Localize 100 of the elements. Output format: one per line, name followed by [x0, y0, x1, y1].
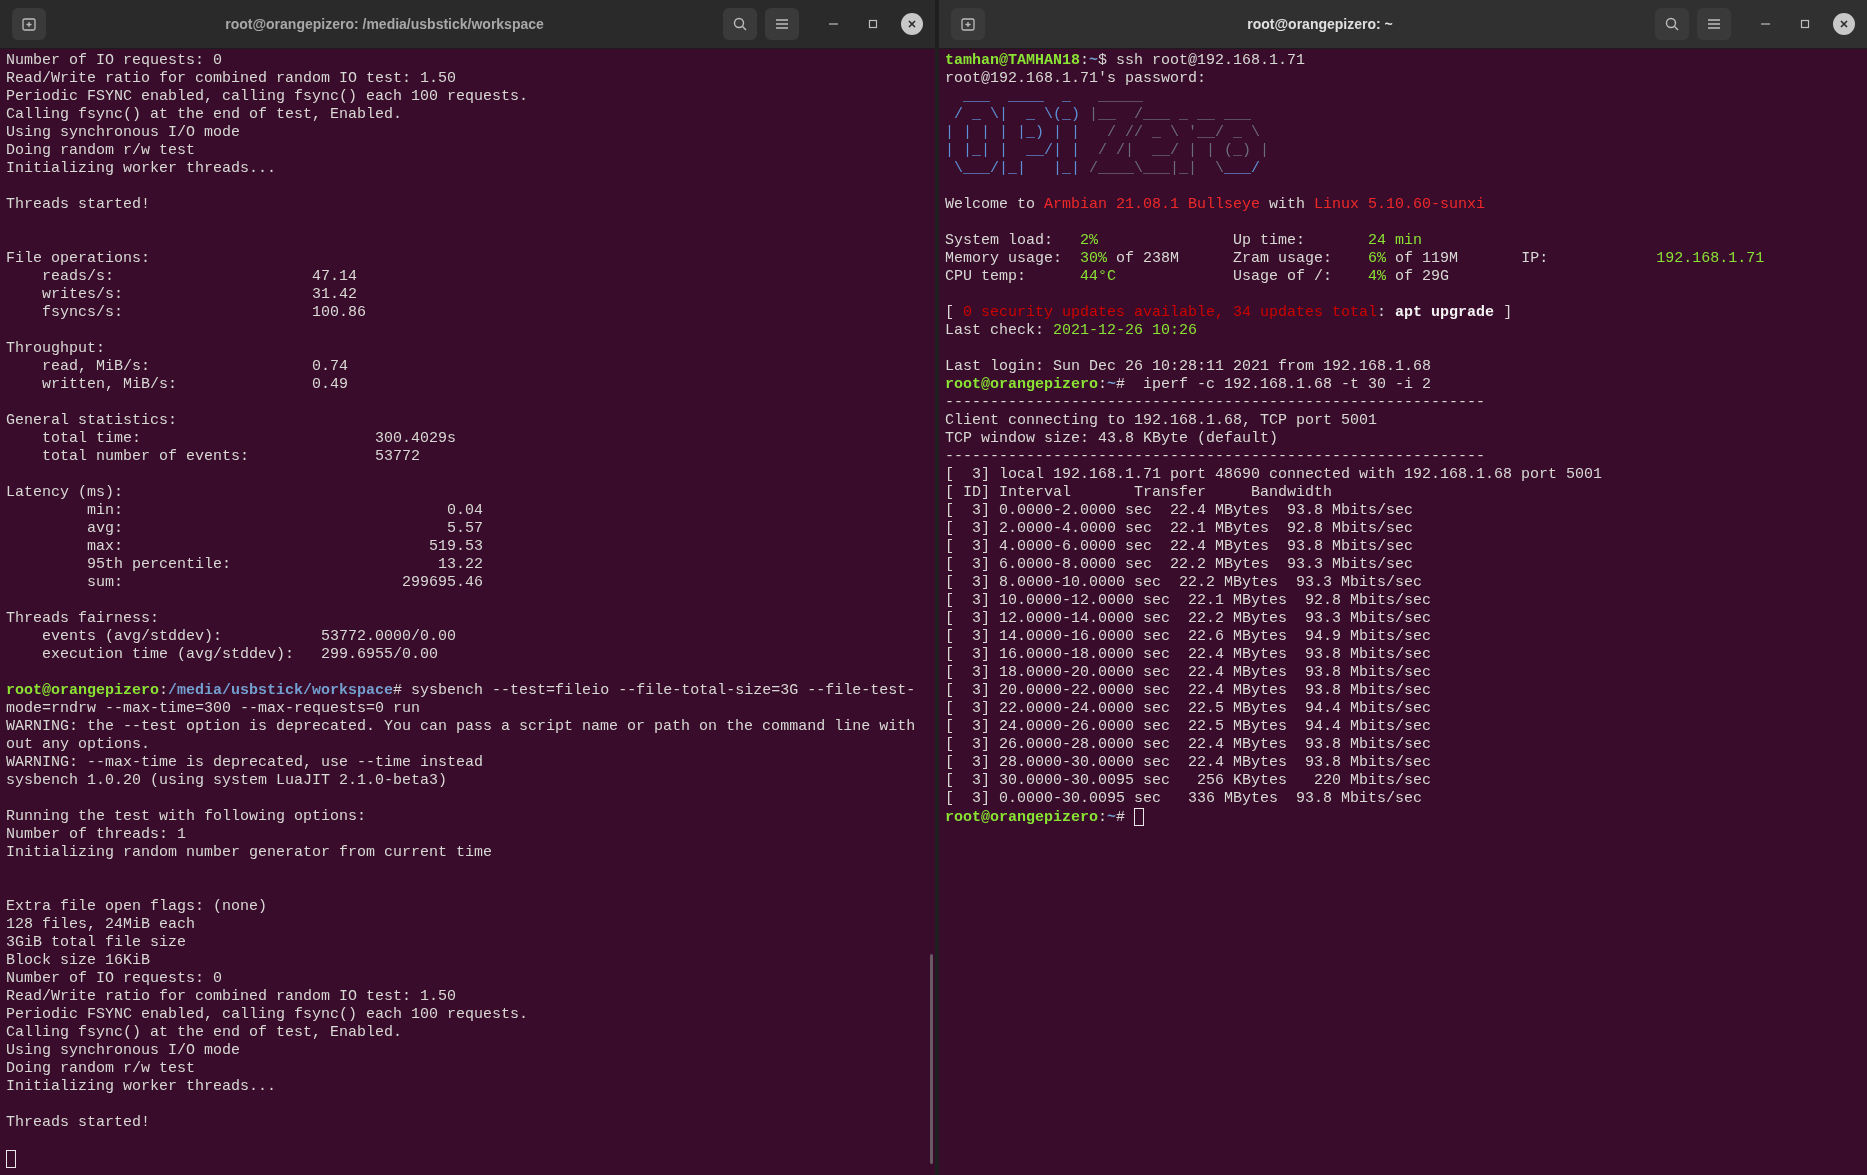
terminal-line: WARNING: --max-time is deprecated, use --time instead — [6, 754, 484, 771]
scrollbar[interactable] — [930, 954, 933, 1164]
terminal-line: root@orangepizero:/media/usbstick/workspace# sysbench --test=fileio --file-total-size=3G --file-test- — [6, 682, 916, 699]
terminal-line: Threads fairness: — [6, 610, 160, 627]
text-cursor — [1134, 808, 1145, 826]
terminal-line: Read/Write ratio for combined random IO test: 1.50 — [6, 988, 457, 1005]
terminal-line: Memory usage: 30% of 238M Zram usage: 6% of 119M IP: 192.168.1.71 — [945, 250, 1765, 267]
terminal-line: Latency (ms): — [6, 484, 124, 501]
terminal-line: [ 3] 0.0000-30.0095 sec 336 MBytes 93.8 Mbits/sec — [945, 790, 1423, 807]
terminal-line: Throughput: — [6, 340, 106, 357]
search-button[interactable] — [1655, 8, 1689, 40]
terminal-line: Periodic FSYNC enabled, calling fsync() each 100 requests. — [6, 1006, 529, 1023]
terminal-line: [ 3] 30.0000-30.0095 sec 256 KBytes 220 Mbits/sec — [945, 772, 1432, 789]
terminal-line: Doing random r/w test — [6, 142, 196, 159]
terminal-line: [ 3] 10.0000-12.0000 sec 22.1 MBytes 92.8 Mbits/sec — [945, 592, 1432, 609]
terminal-line: ___ ____ _ _____ — [962, 88, 1144, 105]
menu-button[interactable] — [765, 8, 799, 40]
search-icon — [1664, 16, 1680, 32]
terminal-line: [ 3] 6.0000-8.0000 sec 22.2 MBytes 93.3 Mbits/sec — [945, 556, 1414, 573]
terminal-line: Last login: Sun Dec 26 10:28:11 2021 from 192.168.1.68 — [945, 358, 1432, 375]
terminal-line: [ 3] 4.0000-6.0000 sec 22.4 MBytes 93.8 Mbits/sec — [945, 538, 1414, 555]
new-tab-icon — [960, 16, 976, 32]
terminal-line: root@orangepizero:~# iperf -c 192.168.1.68 -t 30 -i 2 — [945, 376, 1432, 393]
terminal-line: | | | | |_) | | / // _ \ '__/ _ \ — [945, 124, 1261, 141]
terminal-line: writes/s: 31.42 — [41, 286, 358, 303]
terminal-line: Using synchronous I/O mode — [6, 1042, 241, 1059]
terminal-line: [ 3] 16.0000-18.0000 sec 22.4 MBytes 93.8 Mbits/sec — [945, 646, 1432, 663]
terminal-line: [ 3] 28.0000-30.0000 sec 22.4 MBytes 93.8 Mbits/sec — [945, 754, 1432, 771]
close-button[interactable] — [1833, 13, 1855, 35]
close-icon — [907, 19, 917, 29]
terminal-line: written, MiB/s: 0.49 — [41, 376, 349, 393]
terminal-line: Periodic FSYNC enabled, calling fsync() each 100 requests. — [6, 88, 529, 105]
terminal-line: Extra file open flags: (none) — [6, 898, 268, 915]
terminal-line: Initializing worker threads... — [6, 160, 277, 177]
terminal-line: | |_| | __/| | / /| __/ | | (_) | — [945, 142, 1270, 159]
terminal-line: 3GiB total file size — [6, 934, 187, 951]
terminal-line: Client connecting to 192.168.1.68, TCP port 5001 — [945, 412, 1378, 429]
terminal-line: 95th percentile: 13.22 — [86, 556, 484, 573]
maximize-icon — [868, 19, 878, 29]
minimize-icon — [1760, 23, 1770, 25]
terminal-line: [ 3] 20.0000-22.0000 sec 22.4 MBytes 93.8 Mbits/sec — [945, 682, 1432, 699]
menu-icon — [775, 18, 789, 30]
terminal-line: TCP window size: 43.8 KByte (default) — [945, 430, 1279, 447]
terminal-line: total time: 300.4029s — [41, 430, 457, 447]
terminal-line: avg: 5.57 — [86, 520, 484, 537]
terminal-line: CPU temp: 44°C Usage of /: 4% of 29G — [945, 268, 1450, 285]
terminal-line: root@orangepizero:~# — [945, 808, 1127, 826]
maximize-icon — [1800, 19, 1810, 29]
terminal-line: [ 3] 8.0000-10.0000 sec 22.2 MBytes 93.3 Mbits/sec — [945, 574, 1423, 591]
terminal-line: Threads started! — [6, 1114, 151, 1131]
terminal-line: [ 3] 22.0000-24.0000 sec 22.5 MBytes 94.4 Mbits/sec — [945, 700, 1432, 717]
menu-button[interactable] — [1697, 8, 1731, 40]
terminal-line: ------------------------------------------------------------ — [945, 394, 1486, 411]
minimize-icon — [828, 23, 838, 25]
terminal-line: System load: 2% Up time: 24 min — [945, 232, 1423, 249]
terminal-line: [ 3] 26.0000-28.0000 sec 22.4 MBytes 93.8 Mbits/sec — [945, 736, 1432, 753]
terminal-line: WARNING: the --test option is deprecated. You can pass a script name or path on the command line with — [6, 718, 916, 735]
terminal-line: sysbench 1.0.20 (using system LuaJIT 2.1.0-beta3) — [6, 772, 448, 789]
terminal-line: Using synchronous I/O mode — [6, 124, 241, 141]
terminal-line: File operations: — [6, 250, 151, 267]
terminal-line: sum: 299695.46 — [86, 574, 484, 591]
terminal-line: root@192.168.1.71's password: — [945, 70, 1207, 87]
menu-icon — [1707, 18, 1721, 30]
search-button[interactable] — [723, 8, 757, 40]
terminal-line: / _ \| _ \(_) |__ /___ _ __ ___ — [953, 106, 1252, 123]
close-icon — [1839, 19, 1849, 29]
new-tab-icon — [21, 16, 37, 32]
close-button[interactable] — [901, 13, 923, 35]
terminal-line: General statistics: — [6, 412, 178, 429]
terminal-line: tamhan@TAMHAN18:~$ ssh root@192.168.1.71 — [945, 52, 1306, 69]
search-icon — [732, 16, 748, 32]
terminal-line: Threads started! — [6, 196, 151, 213]
window-title: root@orangepizero: /media/usbstick/workspace — [224, 14, 545, 34]
terminal-line: Initializing worker threads... — [6, 1078, 277, 1095]
terminal-line: Last check: 2021-12-26 10:26 — [945, 322, 1198, 339]
terminal-line: [ 3] local 192.168.1.71 port 48690 connected with 192.168.1.68 port 5001 — [945, 466, 1603, 483]
terminal-line: [ 3] 2.0000-4.0000 sec 22.1 MBytes 92.8 Mbits/sec — [945, 520, 1414, 537]
terminal-line: Calling fsync() at the end of test, Enabled. — [6, 1024, 403, 1041]
new-tab-button[interactable] — [12, 8, 46, 40]
terminal-line: out any options. — [6, 736, 151, 753]
terminal-line: [ 3] 0.0000-2.0000 sec 22.4 MBytes 93.8 Mbits/sec — [945, 502, 1414, 519]
terminal-line: [ 3] 18.0000-20.0000 sec 22.4 MBytes 93.8 Mbits/sec — [945, 664, 1432, 681]
terminal-line: Number of IO requests: 0 — [6, 970, 223, 987]
terminal-line: max: 519.53 — [86, 538, 484, 555]
text-cursor — [6, 1150, 16, 1168]
terminal-line: total number of events: 53772 — [41, 448, 421, 465]
terminal-line: [ 0 security updates available, 34 updates total: apt upgrade ] — [945, 304, 1513, 321]
terminal-line: Running the test with following options: — [6, 808, 367, 825]
terminal-line: \___/|_| |_| /____\___|_| \___/ — [953, 160, 1261, 177]
terminal-line: execution time (avg/stddev): 299.6955/0.00 — [41, 646, 439, 663]
terminal-line: fsyncs/s: 100.86 — [41, 304, 367, 321]
terminal-line: [ 3] 12.0000-14.0000 sec 22.2 MBytes 93.3 Mbits/sec — [945, 610, 1432, 627]
terminal-line: ------------------------------------------------------------ — [945, 448, 1486, 465]
terminal-line: mode=rndrw --max-time=300 --max-requests=0 run — [6, 700, 421, 717]
terminal-line: [ ID] Interval Transfer Bandwidth — [945, 484, 1333, 501]
terminal-line: Read/Write ratio for combined random IO test: 1.50 — [6, 70, 457, 87]
terminal-line: read, MiB/s: 0.74 — [41, 358, 349, 375]
terminal-line: Doing random r/w test — [6, 1060, 196, 1077]
new-tab-button[interactable] — [951, 8, 985, 40]
terminal-line: 128 files, 24MiB each — [6, 916, 196, 933]
